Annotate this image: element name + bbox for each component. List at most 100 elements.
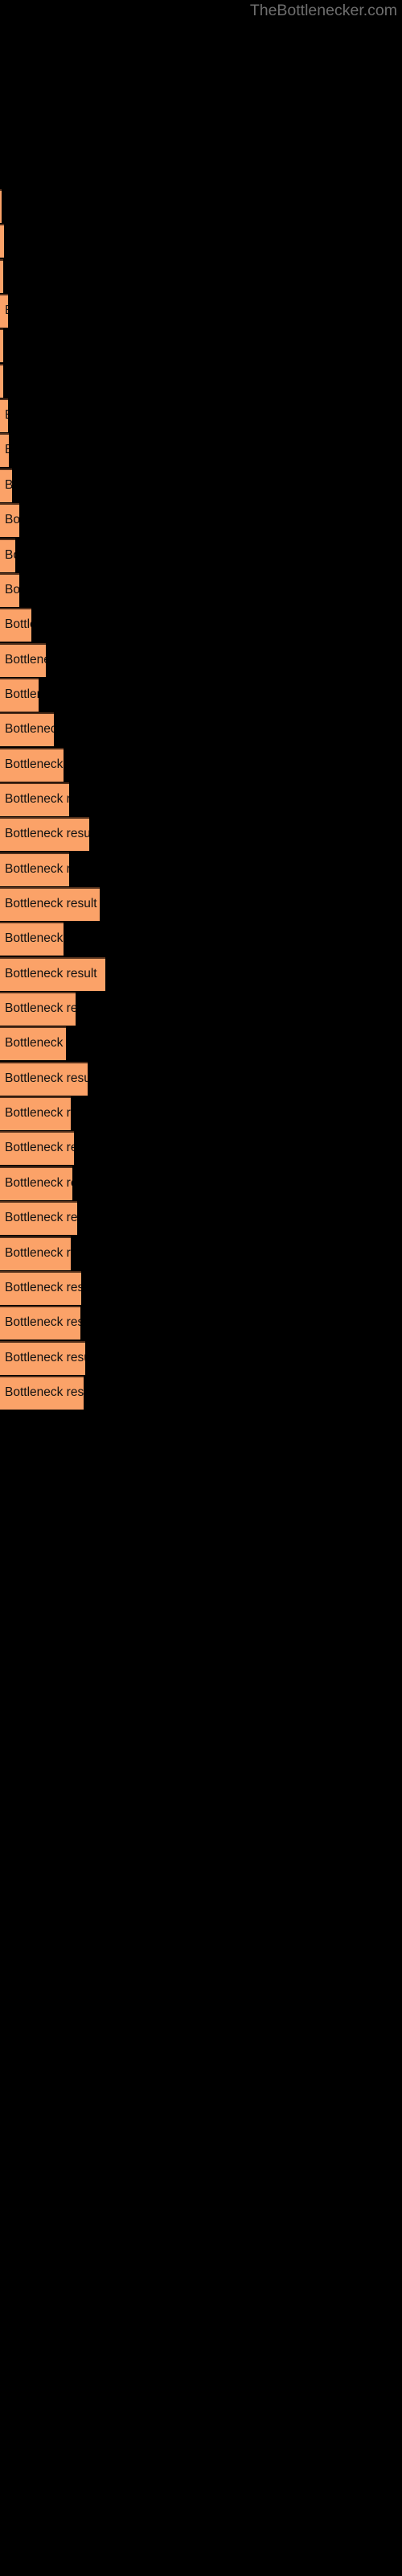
bar-label-clip: Bottleneck result: [0, 1236, 71, 1270]
bar-row: Bottleneck result: [0, 1026, 402, 1061]
bar-row: Bottleneck result: [0, 503, 402, 538]
bar-value-label: Bottleneck result: [5, 652, 46, 667]
bar-row: Bottleneck result: [0, 538, 402, 572]
bar-label-clip: Bottleneck result: [0, 1062, 88, 1096]
bar-label-clip: Bottleneck result: [0, 887, 100, 921]
bar-label-clip: Bottleneck result: [0, 1096, 71, 1130]
bar-label-clip: Bottleneck result: [0, 1271, 81, 1305]
bar-label-clip: Bottleneck result: [0, 328, 3, 362]
bar-row: Bottleneck result: [0, 677, 402, 712]
bar-value-label: Bottleneck result: [5, 1211, 77, 1225]
bar-value-label: Bottleneck result: [5, 547, 15, 562]
bar-label-clip: Bottleneck result: [0, 573, 19, 607]
bar-row: Bottleneck result: [0, 363, 402, 398]
site-watermark: TheBottlenecker.com: [249, 2, 397, 19]
bar-value-label: Bottleneck result: [5, 722, 54, 737]
bar-value-label: Bottleneck result: [5, 1036, 66, 1051]
bar-label-clip: Bottleneck result: [0, 1341, 85, 1375]
bar-row: Bottleneck result: [0, 398, 402, 433]
bar-value-label: Bottleneck result: [5, 1106, 71, 1121]
bar-row: Bottleneck result: [0, 1236, 402, 1270]
bar-row: Bottleneck result: [0, 328, 402, 363]
bar-row: Bottleneck result: [0, 189, 402, 223]
bar-label-clip: Bottleneck result: [0, 189, 2, 223]
bar-label-clip: Bottleneck result: [0, 817, 89, 851]
bar-value-label: Bottleneck result: [5, 443, 9, 457]
bar-row: Bottleneck result: [0, 887, 402, 921]
bar-row: Bottleneck result: [0, 608, 402, 642]
bar-row: Bottleneck result: [0, 992, 402, 1026]
bar-label-clip: Bottleneck result: [0, 398, 8, 432]
bar-row: Bottleneck result: [0, 922, 402, 956]
bar-value-label: Bottleneck result: [5, 1175, 72, 1190]
bar-value-label: Bottleneck result: [5, 477, 12, 492]
bar-label-clip: Bottleneck result: [0, 433, 9, 467]
bar-row: Bottleneck result: [0, 294, 402, 328]
bar-value-label: Bottleneck result: [5, 1350, 85, 1364]
bar-row: Bottleneck result: [0, 1201, 402, 1236]
bar-row: Bottleneck result: [0, 852, 402, 886]
bar-label-clip: Bottleneck result: [0, 992, 76, 1026]
bar-label-clip: Bottleneck result: [0, 1201, 77, 1235]
bar-value-label: Bottleneck result: [5, 966, 97, 980]
bar-value-label: Bottleneck result: [5, 1001, 76, 1016]
bar-label-clip: Bottleneck result: [0, 1306, 80, 1340]
bar-value-label: Bottleneck result: [5, 1245, 71, 1260]
bar-label-clip: Bottleneck result: [0, 259, 3, 293]
bar-label-clip: Bottleneck result: [0, 643, 46, 677]
bar-label-clip: Bottleneck result: [0, 678, 39, 712]
bar-label-clip: Bottleneck result: [0, 608, 31, 642]
bar-label-clip: Bottleneck result: [0, 1131, 74, 1165]
bar-row: Bottleneck result: [0, 712, 402, 747]
bar-value-label: Bottleneck result: [5, 617, 31, 632]
bar-row: Bottleneck result: [0, 258, 402, 293]
horizontal-bar-chart: Bottleneck result Bottleneck result Bottle…: [0, 0, 402, 2576]
bar-label-clip: Bottleneck result: [0, 957, 105, 991]
bar-value-label: Bottleneck result: [5, 1141, 74, 1155]
bar-value-label: Bottleneck result: [5, 582, 19, 597]
bar-row: Bottleneck result: [0, 224, 402, 258]
bar-label-clip: Bottleneck result: [0, 364, 3, 398]
bar-row: Bottleneck result: [0, 468, 402, 502]
bar-label-clip: Bottleneck result: [0, 852, 69, 886]
bar-label-clip: Bottleneck result: [0, 782, 69, 816]
bar-row: Bottleneck result: [0, 642, 402, 677]
bar-value-label: Bottleneck result: [5, 861, 69, 876]
bar-value-label: Bottleneck result: [5, 1385, 84, 1399]
bar-value-label: Bottleneck result: [5, 513, 19, 527]
bar-label-clip: Bottleneck result: [0, 712, 54, 746]
bar-label-clip: Bottleneck result: [0, 1026, 66, 1060]
bar-value-label: Bottleneck result: [5, 827, 89, 841]
bar-row: Bottleneck result: [0, 572, 402, 607]
bar-value-label: Bottleneck result: [5, 1315, 80, 1330]
bar-value-label: Bottleneck result: [5, 897, 97, 910]
bar-row: Bottleneck result: [0, 1166, 402, 1200]
bar-row: Bottleneck result: [0, 1340, 402, 1375]
bar-value-label: Bottleneck result: [5, 1280, 81, 1294]
bar-row: Bottleneck result: [0, 782, 402, 816]
bar-value-label: Bottleneck result: [5, 408, 8, 423]
bar-label-clip: Bottleneck result: [0, 1166, 72, 1200]
bar-row: Bottleneck result: [0, 956, 402, 991]
bar-label-clip: Bottleneck result: [0, 1376, 84, 1410]
bar-row: Bottleneck result: [0, 433, 402, 468]
bar-value-label: Bottleneck result: [5, 1071, 88, 1085]
bar-label-clip: Bottleneck result: [0, 748, 64, 782]
bar-row: Bottleneck result: [0, 1375, 402, 1410]
bar-value-label: Bottleneck result: [5, 791, 69, 806]
bar-row: Bottleneck result: [0, 1306, 402, 1340]
bar-row: Bottleneck result: [0, 817, 402, 852]
bar-label-clip: Bottleneck result: [0, 294, 8, 328]
bar-value-label: Bottleneck result: [5, 931, 64, 946]
bar-row: Bottleneck result: [0, 1270, 402, 1305]
bar-row: Bottleneck result: [0, 1131, 402, 1166]
bar-label-clip: Bottleneck result: [0, 503, 19, 537]
bar-row: Bottleneck result: [0, 747, 402, 782]
bar-value-label: Bottleneck result: [5, 757, 64, 771]
bar-value-label: Bottleneck result: [5, 303, 8, 318]
bar-label-clip: Bottleneck result: [0, 469, 12, 502]
bar-label-clip: Bottleneck result: [0, 224, 4, 258]
bar-row: Bottleneck result: [0, 1061, 402, 1096]
bar-row: Bottleneck result: [0, 1096, 402, 1131]
bar-value-label: Bottleneck result: [5, 687, 39, 701]
